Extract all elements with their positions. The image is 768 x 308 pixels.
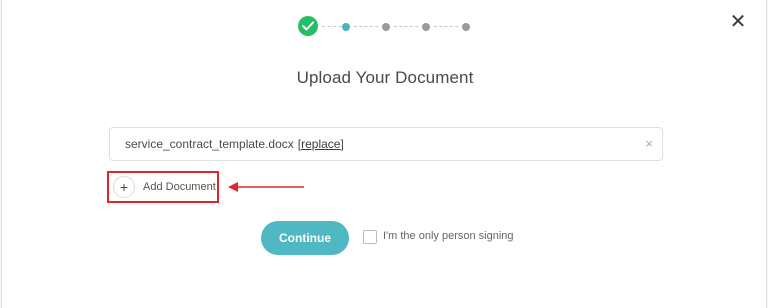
plus-icon: +	[113, 176, 135, 198]
only-signer-checkbox[interactable]	[363, 230, 377, 244]
step-connector	[354, 26, 378, 27]
uploaded-file-row: service_contract_template.docx [replace]…	[109, 127, 663, 161]
step-5	[462, 23, 470, 31]
file-name: service_contract_template.docx	[125, 137, 294, 151]
progress-stepper	[298, 16, 476, 38]
add-document-label: Add Document	[143, 181, 216, 193]
arrow-left-icon	[228, 182, 304, 192]
step-3	[382, 23, 390, 31]
remove-icon[interactable]: ×	[645, 136, 653, 151]
step-connector	[322, 26, 342, 27]
bracket-close: ]	[340, 137, 344, 151]
replace-link[interactable]: replace	[301, 137, 340, 151]
close-icon[interactable]: ✕	[728, 12, 748, 32]
upload-modal: ✕ Upload Your Document service_contract_…	[1, 0, 767, 308]
check-icon	[302, 21, 314, 31]
step-connector	[394, 26, 418, 27]
step-1-completed	[298, 16, 318, 36]
continue-button[interactable]: Continue	[261, 221, 349, 255]
step-2-current	[342, 23, 350, 31]
step-connector	[434, 26, 458, 27]
only-signer-label: I'm the only person signing	[383, 230, 514, 242]
step-4	[422, 23, 430, 31]
add-document-button[interactable]: + Add Document	[107, 171, 219, 203]
page-title: Upload Your Document	[296, 68, 474, 87]
